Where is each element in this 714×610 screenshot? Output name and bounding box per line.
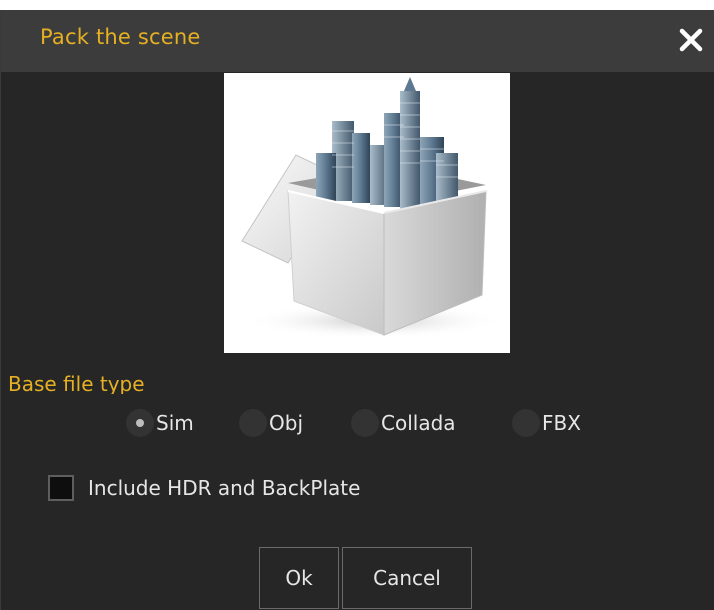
checkbox-unchecked-icon[interactable] [48, 475, 74, 501]
dialog-titlebar: Pack the scene [1, 10, 714, 72]
radio-selected-icon [126, 409, 154, 437]
radio-unselected-icon [351, 409, 379, 437]
radio-unselected-icon [239, 409, 267, 437]
radio-unselected-icon [512, 409, 540, 437]
radio-collada[interactable]: Collada [351, 405, 456, 441]
radio-obj-label: Obj [269, 411, 303, 435]
base-file-type-label: Base file type [8, 372, 145, 394]
dialog-title: Pack the scene [40, 25, 201, 49]
include-hdr-label: Include HDR and BackPlate [88, 476, 361, 500]
include-hdr-checkbox[interactable]: Include HDR and BackPlate [48, 473, 360, 503]
radio-sim-label: Sim [156, 411, 194, 435]
pack-scene-dialog: Pack the scene Base file type Sim Obj Co… [0, 10, 714, 610]
close-button[interactable] [673, 22, 709, 58]
box-with-buildings-illustration [241, 77, 504, 339]
radio-collada-label: Collada [381, 411, 456, 435]
cancel-button[interactable]: Cancel [342, 547, 472, 609]
radio-sim[interactable]: Sim [126, 405, 194, 441]
scene-preview-image [224, 73, 510, 353]
radio-fbx-label: FBX [542, 411, 581, 435]
radio-fbx[interactable]: FBX [512, 405, 581, 441]
ok-button[interactable]: Ok [259, 547, 339, 609]
close-icon [679, 28, 703, 52]
radio-obj[interactable]: Obj [239, 405, 303, 441]
